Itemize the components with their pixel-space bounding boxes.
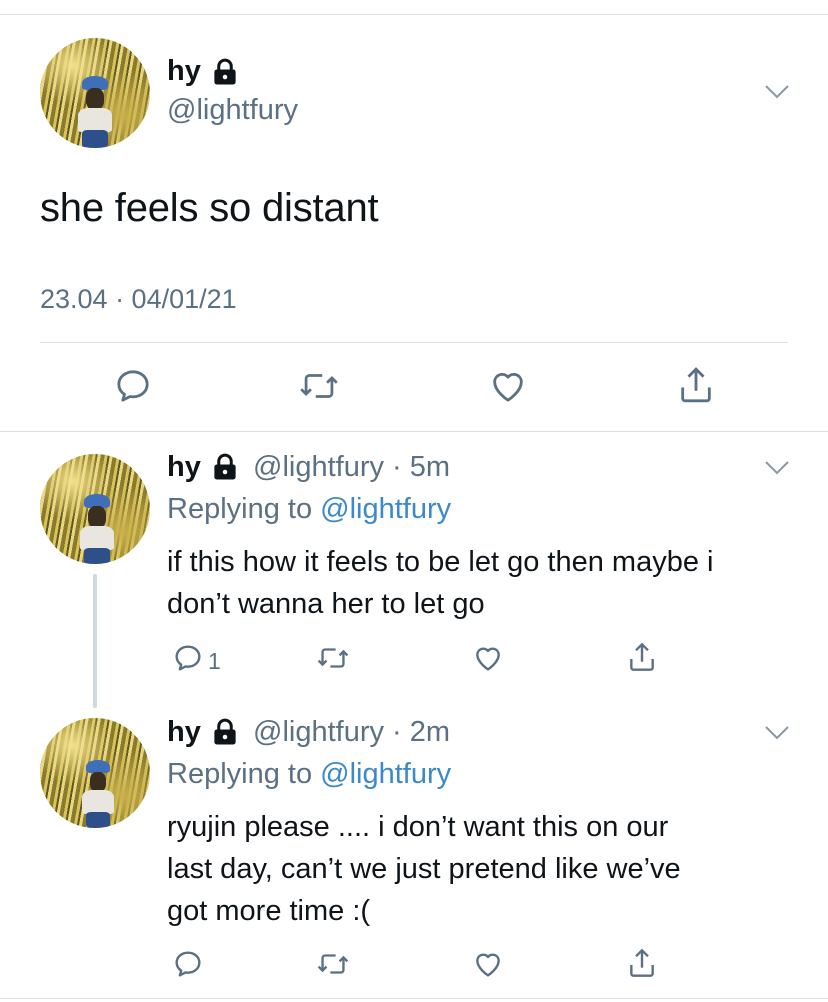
tweet-text: ryujin please .... i don’t want this on …	[167, 806, 681, 932]
like-icon[interactable]	[488, 366, 528, 406]
avatar[interactable]	[40, 454, 150, 564]
reply-header: hy	[167, 451, 201, 484]
replying-to: Replying to @lightfury	[167, 493, 451, 526]
bottom-divider	[0, 998, 828, 999]
text-line: if this how it feels to be let go then m…	[167, 546, 714, 578]
divider	[0, 431, 828, 432]
chevron-down-icon[interactable]	[764, 460, 790, 476]
text-line: don’t wanna her to let go	[167, 588, 485, 620]
text-line: got more time :(	[167, 895, 371, 927]
display-name[interactable]: hy	[167, 716, 201, 748]
avatar[interactable]	[40, 718, 150, 828]
top-divider	[0, 14, 828, 15]
text-line: ryujin please .... i don’t want this on …	[167, 811, 669, 843]
share-icon[interactable]	[626, 946, 658, 980]
tweet-text: she feels so distant	[40, 186, 379, 230]
lock-icon	[214, 58, 236, 85]
reply-icon[interactable]	[172, 642, 204, 674]
reply-icon[interactable]	[113, 366, 153, 406]
like-icon[interactable]	[472, 642, 504, 674]
thread-line	[93, 574, 97, 708]
display-name[interactable]: hy	[167, 451, 201, 483]
retweet-icon[interactable]	[316, 948, 350, 980]
handle-time[interactable]: @lightfury · 2m	[253, 716, 450, 749]
lock-icon	[214, 453, 236, 480]
reply-icon[interactable]	[172, 948, 204, 980]
tweet-text: if this how it feels to be let go then m…	[167, 541, 713, 625]
mention-link[interactable]: @lightfury	[320, 493, 451, 525]
chevron-down-icon[interactable]	[764, 725, 790, 741]
share-icon[interactable]	[676, 364, 716, 406]
handle[interactable]: @lightfury	[167, 94, 298, 127]
share-icon[interactable]	[626, 640, 658, 674]
chevron-down-icon[interactable]	[764, 84, 790, 100]
handle-time[interactable]: @lightfury · 5m	[253, 451, 450, 484]
display-name[interactable]: hy	[167, 55, 201, 88]
like-icon[interactable]	[472, 948, 504, 980]
lock-icon	[214, 718, 236, 745]
reply-header: hy	[167, 716, 201, 749]
avatar[interactable]	[40, 38, 150, 148]
retweet-icon[interactable]	[316, 642, 350, 674]
replying-label: Replying to	[167, 493, 321, 525]
reply-count: 1	[208, 648, 221, 674]
mention-link[interactable]: @lightfury	[320, 758, 451, 790]
text-line: last day, can’t we just pretend like we’…	[167, 853, 681, 885]
retweet-icon[interactable]	[298, 366, 340, 406]
replying-to: Replying to @lightfury	[167, 758, 451, 791]
replying-label: Replying to	[167, 758, 321, 790]
divider	[40, 342, 788, 343]
timestamp[interactable]: 23.04 · 04/01/21	[40, 284, 237, 315]
